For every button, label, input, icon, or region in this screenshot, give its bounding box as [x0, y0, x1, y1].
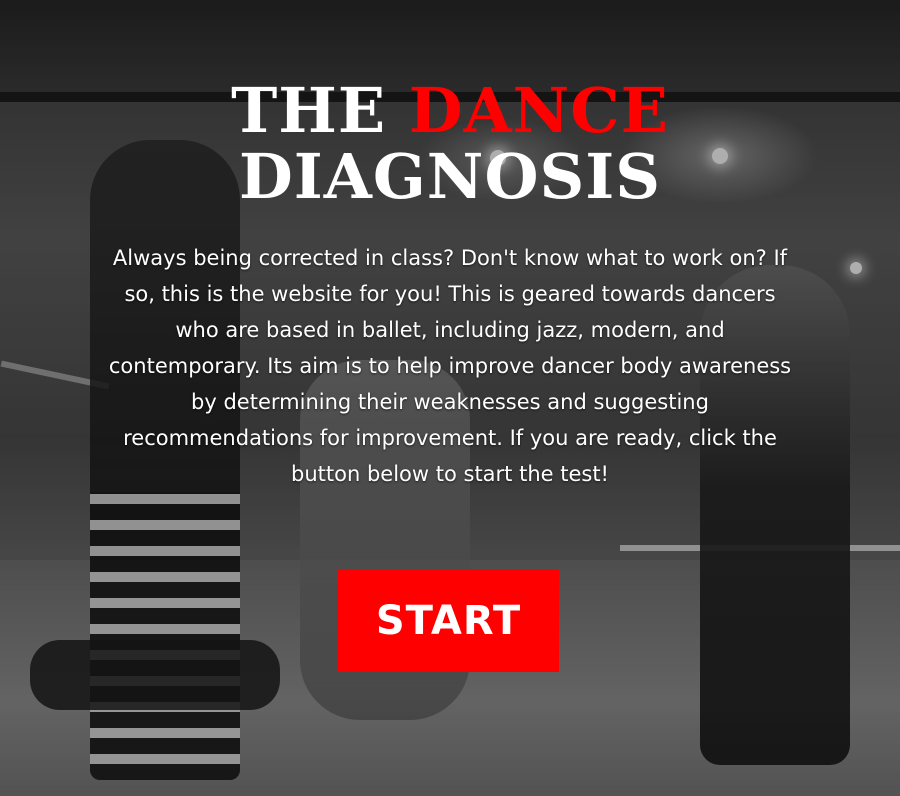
title-word-diagnosis: DIAGNOSIS	[238, 140, 662, 213]
start-button[interactable]: START	[338, 569, 559, 672]
title-word-the: THE	[231, 74, 387, 147]
hero-section: THE DANCE DIAGNOSIS Always being correct…	[0, 0, 900, 796]
page-title: THE DANCE DIAGNOSIS	[0, 78, 900, 210]
intro-paragraph: Always being corrected in class? Don't k…	[108, 246, 792, 486]
title-word-dance: DANCE	[408, 74, 669, 147]
title-line-1: THE DANCE	[0, 78, 900, 144]
